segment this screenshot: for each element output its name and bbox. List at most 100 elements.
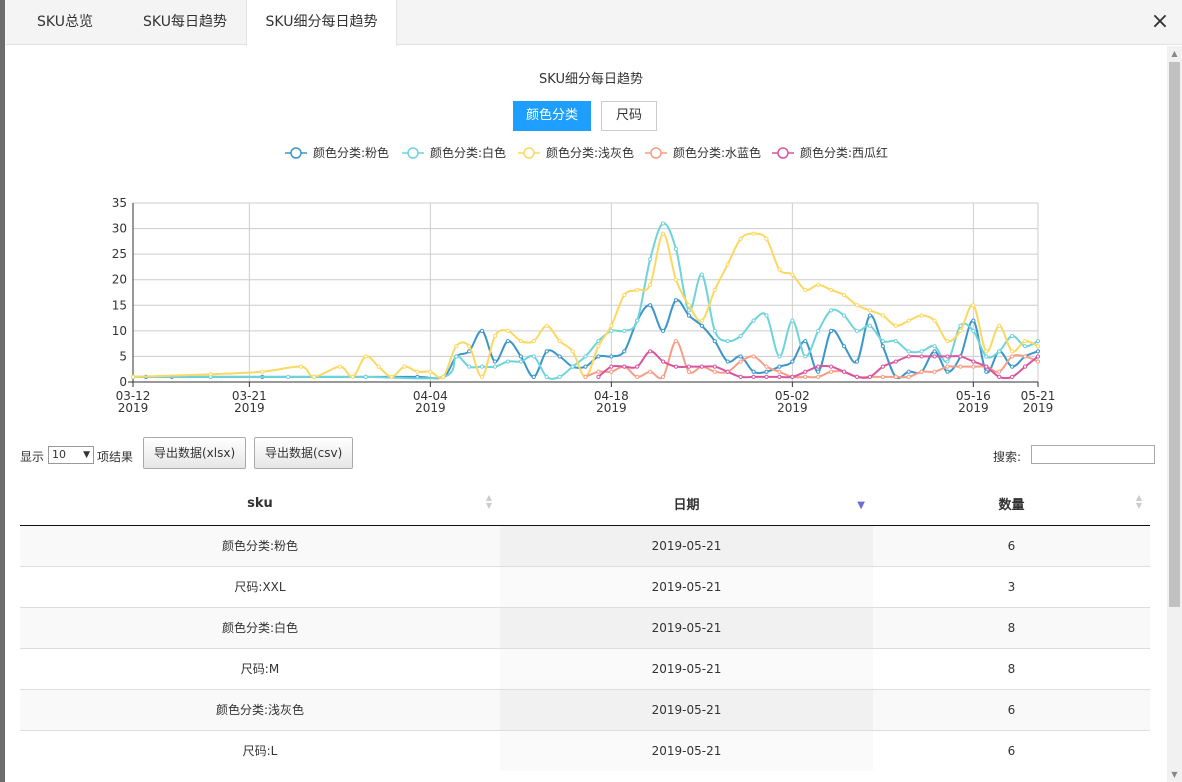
series-point	[467, 364, 472, 369]
series-point	[648, 257, 653, 262]
series-point	[531, 374, 536, 379]
series-point	[932, 354, 937, 359]
series-point	[816, 364, 821, 369]
series-point	[1010, 364, 1015, 369]
series-point	[945, 338, 950, 344]
series-point	[1022, 338, 1028, 344]
series-point	[945, 364, 950, 369]
table-row[interactable]: 颜色分类:粉色 2019-05-21 6	[20, 524, 1150, 566]
series-point	[751, 369, 756, 374]
legend-label: 颜色分类:西瓜红	[800, 145, 888, 160]
series-point	[816, 374, 821, 379]
series-point	[725, 359, 730, 364]
page-size-select[interactable]: 10 ▼	[48, 446, 94, 464]
legend-marker	[650, 147, 662, 159]
series-point	[867, 313, 873, 318]
series-point	[622, 328, 627, 333]
series-point	[777, 354, 782, 359]
cell-date: 2019-05-21	[500, 729, 873, 771]
series-point	[751, 354, 756, 359]
series-point	[880, 338, 885, 344]
series-point	[906, 318, 911, 323]
close-icon[interactable]: ×	[1150, 11, 1170, 33]
series-point	[997, 349, 1002, 354]
series-point	[971, 303, 976, 308]
table-row[interactable]: 颜色分类:白色 2019-05-21 8	[20, 606, 1150, 648]
table-row[interactable]: 尺码:XXL 2019-05-21 3	[20, 565, 1150, 607]
legend-marker	[407, 147, 419, 159]
series-point	[686, 313, 692, 318]
cell-sku: 尺码:L	[20, 729, 500, 771]
vertical-scrollbar[interactable]: ▲ ▼	[1167, 46, 1182, 782]
search-input[interactable]	[1031, 445, 1155, 464]
series-point	[622, 364, 627, 369]
page-size-value: 10	[52, 448, 66, 461]
tab-sku-daily-trend[interactable]: SKU每日趋势	[125, 0, 245, 45]
series-point	[841, 292, 847, 298]
series-point	[751, 231, 756, 236]
series-point	[635, 287, 640, 293]
series-point	[505, 338, 511, 344]
series-point	[777, 364, 782, 369]
series-point	[492, 364, 498, 369]
y-tick-label: 5	[119, 349, 127, 363]
cell-date: 2019-05-21	[500, 606, 873, 648]
cell-quantity: 8	[873, 606, 1150, 648]
series-point	[867, 374, 873, 379]
series-point	[971, 359, 976, 364]
series-point	[790, 272, 795, 277]
table-row[interactable]: 尺码:L 2019-05-21 6	[20, 729, 1150, 771]
size-button[interactable]: 尺码	[601, 101, 657, 131]
series-point	[596, 369, 601, 374]
series-point	[919, 369, 924, 374]
scroll-thumb[interactable]	[1169, 62, 1180, 607]
series-point	[699, 323, 704, 328]
x-tick-label-year: 2019	[118, 401, 149, 415]
tab-sku-overview[interactable]: SKU总览	[5, 0, 125, 45]
series-point	[958, 328, 963, 333]
series-point	[906, 374, 911, 379]
export-csv-button[interactable]: 导出数据(csv)	[254, 437, 354, 469]
series-point	[997, 369, 1002, 374]
sku-trend-chart: 0510152025303503-12201903-21201904-04201…	[112, 145, 1056, 415]
series-point	[738, 374, 743, 379]
export-xlsx-button[interactable]: 导出数据(xlsx)	[143, 437, 247, 469]
table-row[interactable]: 颜色分类:浅灰色 2019-05-21 6	[20, 688, 1150, 730]
series-point	[971, 328, 976, 333]
tab-sku-detail-daily-trend[interactable]: SKU细分每日趋势	[246, 0, 397, 46]
series-point	[337, 364, 342, 369]
column-header-sku[interactable]: sku ▲ ▼	[20, 482, 500, 526]
column-header-quantity[interactable]: 数量 ▲ ▼	[873, 482, 1150, 526]
series-point	[699, 272, 704, 277]
series-point	[531, 354, 536, 359]
table-row[interactable]: 尺码:M 2019-05-21 8	[20, 647, 1150, 689]
y-tick-label: 35	[112, 196, 127, 210]
x-tick-label-year: 2019	[958, 401, 989, 415]
series-point	[660, 359, 666, 364]
x-tick-label-year: 2019	[1023, 401, 1054, 415]
scroll-down-icon[interactable]: ▼	[1167, 767, 1182, 782]
column-header-date[interactable]: 日期 ▼	[500, 482, 873, 526]
series-point	[841, 369, 847, 374]
series-point	[583, 364, 588, 369]
series-point	[1035, 338, 1041, 344]
cell-sku: 颜色分类:白色	[20, 606, 500, 648]
series-point	[829, 308, 834, 313]
series-point	[1035, 349, 1041, 354]
series-point	[699, 318, 704, 323]
series-point	[596, 344, 601, 349]
series-point	[479, 328, 485, 333]
color-category-button[interactable]: 颜色分类	[513, 101, 591, 131]
cell-sku: 尺码:XXL	[20, 565, 500, 607]
series-point	[1010, 374, 1015, 379]
series-point	[454, 354, 459, 359]
series-point	[286, 374, 291, 379]
scroll-up-icon[interactable]: ▲	[1167, 46, 1182, 61]
x-tick-label-year: 2019	[234, 401, 265, 415]
series-point	[622, 349, 627, 354]
series-point	[492, 333, 498, 339]
search-label: 搜索:	[993, 450, 1022, 464]
series-point	[764, 374, 769, 379]
series-point	[945, 369, 950, 374]
series-point	[570, 364, 575, 369]
